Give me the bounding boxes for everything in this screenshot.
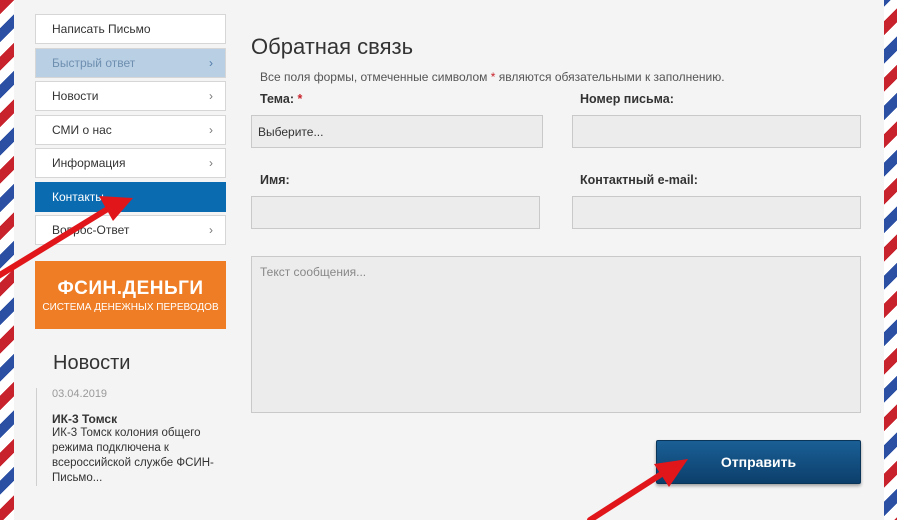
- sidebar-item-information[interactable]: Информация ›: [35, 148, 226, 178]
- subject-label-text: Тема:: [260, 92, 294, 106]
- chevron-right-icon: ›: [209, 156, 213, 170]
- required-star: *: [297, 92, 303, 106]
- email-label: Контактный e-mail:: [580, 173, 698, 187]
- sidebar-item-label: Написать Письмо: [52, 22, 151, 36]
- sidebar-item-faq[interactable]: Вопрос-Ответ ›: [35, 215, 226, 245]
- chevron-right-icon: ›: [209, 223, 213, 237]
- page-title: Обратная связь: [251, 34, 414, 59]
- fsin-money-banner[interactable]: ФСИН.ДЕНЬГИ СИСТЕМА ДЕНЕЖНЫХ ПЕРЕВОДОВ: [35, 261, 226, 329]
- sidebar-item-write-letter[interactable]: Написать Письмо: [35, 14, 226, 44]
- chevron-right-icon: ›: [209, 89, 213, 103]
- letter-number-field[interactable]: [572, 115, 861, 148]
- subject-select[interactable]: Выберите...: [251, 115, 543, 148]
- banner-subtitle: СИСТЕМА ДЕНЕЖНЫХ ПЕРЕВОДОВ: [42, 301, 219, 313]
- chevron-right-icon: ›: [209, 122, 213, 137]
- required-star: *: [490, 70, 496, 84]
- banner-title: ФСИН.ДЕНЬГИ: [57, 277, 204, 299]
- news-item[interactable]: 03.04.2019 ИК-3 Томск ИК-3 Томск колония…: [52, 388, 226, 486]
- form-note: Все поля формы, отмеченные символом * яв…: [260, 70, 725, 84]
- sidebar-item-label: Новости: [52, 89, 99, 103]
- news-title[interactable]: ИК-3 Томск: [52, 412, 226, 426]
- news-date: 03.04.2019: [52, 388, 108, 400]
- sidebar-item-quick-reply[interactable]: Быстрый ответ ›: [35, 47, 226, 78]
- name-field[interactable]: [251, 196, 540, 229]
- form-note-text: Все поля формы, отмеченные символом: [260, 70, 488, 84]
- letter-number-label: Номер письма:: [580, 92, 674, 106]
- news-text: ИК-3 Томск колония общего режима подключ…: [52, 427, 214, 484]
- submit-button[interactable]: Отправить: [656, 440, 861, 484]
- sidebar-item-media[interactable]: СМИ о нас ›: [35, 114, 226, 145]
- email-field[interactable]: [572, 196, 861, 229]
- form-note-text-end: являются обязательными к заполнению.: [498, 70, 725, 84]
- sidebar-menu: Написать Письмо Быстрый ответ › Новости …: [35, 14, 226, 249]
- subject-select-value: Выберите...: [258, 124, 324, 139]
- news-list: 03.04.2019 ИК-3 Томск ИК-3 Томск колония…: [36, 388, 226, 486]
- sidebar-item-label: Контакты: [52, 189, 104, 204]
- page: Написать Письмо Быстрый ответ › Новости …: [24, 0, 876, 520]
- sidebar-item-label: СМИ о нас: [52, 122, 112, 137]
- sidebar-item-label: Информация: [52, 156, 126, 170]
- sidebar-item-contacts[interactable]: Контакты: [35, 181, 226, 212]
- name-label: Имя:: [260, 173, 290, 187]
- chevron-right-icon: ›: [209, 55, 213, 70]
- news-heading: Новости: [53, 352, 131, 374]
- sidebar-item-label: Вопрос-Ответ: [52, 223, 130, 237]
- sidebar-item-news[interactable]: Новости ›: [35, 81, 226, 111]
- sidebar-item-label: Быстрый ответ: [52, 55, 136, 70]
- subject-label: Тема: *: [260, 92, 302, 106]
- message-field[interactable]: [251, 256, 861, 413]
